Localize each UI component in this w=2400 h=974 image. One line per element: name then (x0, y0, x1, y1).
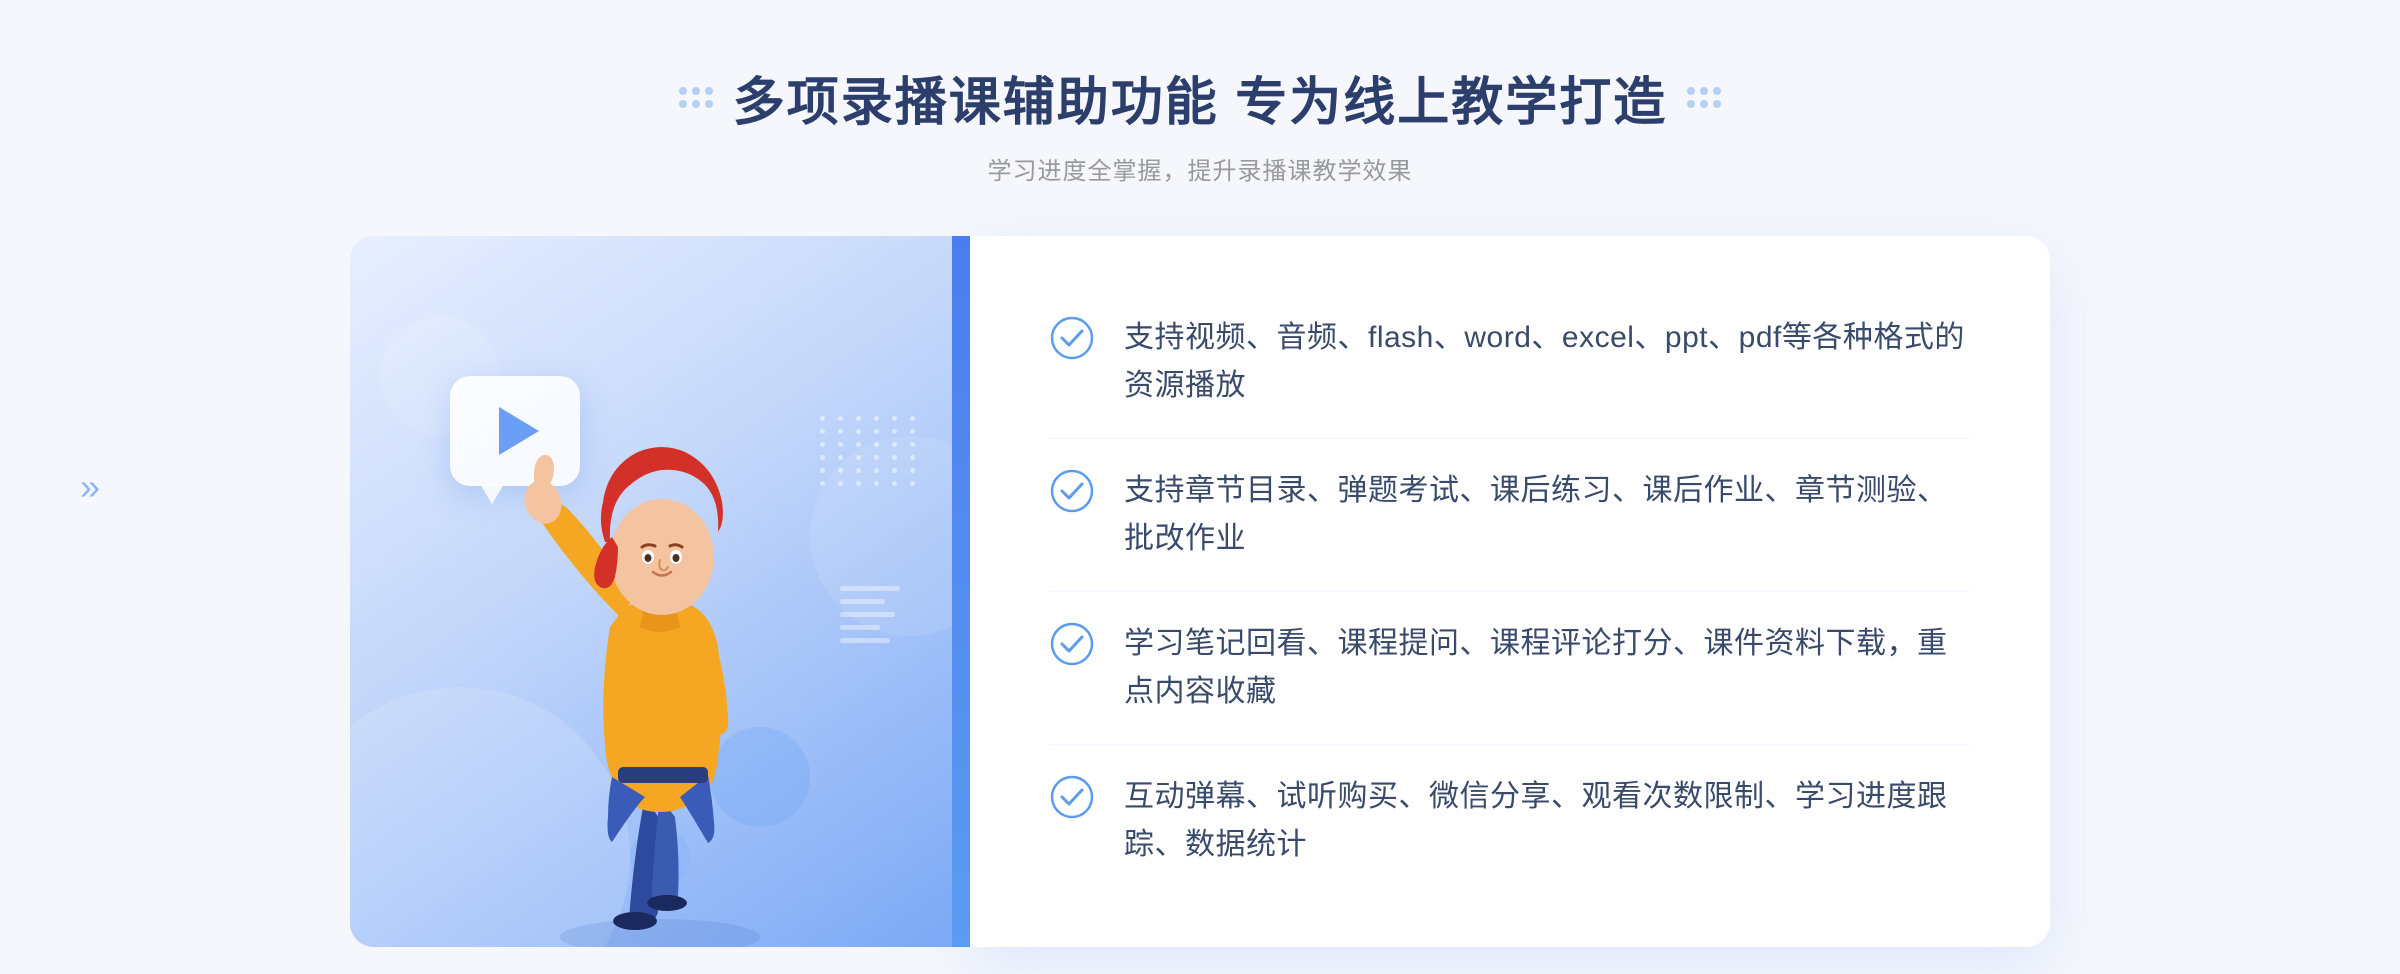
features-panel: 支持视频、音频、flash、word、excel、ppt、pdf等各种格式的资源… (970, 236, 2050, 947)
subtitle: 学习进度全掌握，提升录播课教学效果 (679, 151, 1721, 186)
feature-item-2: 支持章节目录、弹题考试、课后练习、课后作业、章节测验、批改作业 (1050, 439, 1970, 592)
feature-text-3: 学习笔记回看、课程提问、课程评论打分、课件资料下载，重点内容收藏 (1124, 620, 1970, 716)
check-icon-4 (1050, 775, 1094, 819)
check-icon-3 (1050, 622, 1094, 666)
person-illustration (460, 347, 860, 947)
page-container: » 多项录播课辅助功能 专为线上教学打造 学习进度全掌握，提升录播课教学效果 (0, 0, 2400, 974)
title-dots-right (1687, 87, 1721, 108)
title-row: 多项录播课辅助功能 专为线上教学打造 (679, 60, 1721, 135)
header-section: 多项录播课辅助功能 专为线上教学打造 学习进度全掌握，提升录播课教学效果 (679, 60, 1721, 186)
feature-item-4: 互动弹幕、试听购买、微信分享、观看次数限制、学习进度跟踪、数据统计 (1050, 745, 1970, 897)
accent-bar (952, 236, 970, 947)
feature-text-2: 支持章节目录、弹题考试、课后练习、课后作业、章节测验、批改作业 (1124, 467, 1970, 563)
check-icon-1 (1050, 316, 1094, 360)
feature-item-3: 学习笔记回看、课程提问、课程评论打分、课件资料下载，重点内容收藏 (1050, 592, 1970, 745)
content-area: 支持视频、音频、flash、word、excel、ppt、pdf等各种格式的资源… (350, 236, 2050, 947)
main-title: 多项录播课辅助功能 专为线上教学打造 (733, 60, 1667, 135)
feature-item-1: 支持视频、音频、flash、word、excel、ppt、pdf等各种格式的资源… (1050, 286, 1970, 439)
feature-text-1: 支持视频、音频、flash、word、excel、ppt、pdf等各种格式的资源… (1124, 314, 1970, 410)
check-icon-2 (1050, 469, 1094, 513)
feature-text-4: 互动弹幕、试听购买、微信分享、观看次数限制、学习进度跟踪、数据统计 (1124, 773, 1970, 869)
title-dots-left (679, 87, 713, 108)
chevron-left-decoration: » (80, 466, 100, 508)
illustration-card (350, 236, 970, 947)
